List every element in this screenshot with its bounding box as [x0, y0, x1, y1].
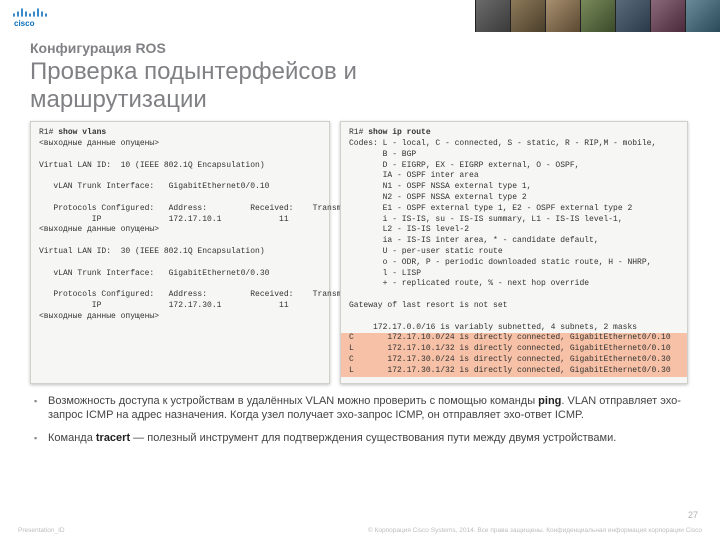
- route-row-c-30: C 172.17.30.0/24 is directly connected, …: [341, 355, 687, 366]
- bullet-tracert: Команда tracert — полезный инструмент дл…: [38, 431, 686, 446]
- slide-title: Проверка подынтерфейсов и маршрутизации: [30, 58, 690, 113]
- topbar: cisco: [0, 0, 720, 32]
- bullets: Возможность доступа к устройствам в удал…: [0, 384, 720, 447]
- bullet-ping: Возможность доступа к устройствам в удал…: [38, 394, 686, 424]
- header-photo-strip: [475, 0, 720, 32]
- route-row-c-10: C 172.17.10.0/24 is directly connected, …: [341, 333, 687, 344]
- footer-left: Presentation_ID: [18, 527, 65, 534]
- svg-text:cisco: cisco: [14, 19, 35, 28]
- terminal-show-ip-route: R1# show ip route Codes: L - local, C - …: [340, 121, 688, 383]
- footer-right: © Корпорация Cisco Systems, 2014. Все пр…: [368, 527, 702, 534]
- route-row-l-10: L 172.17.10.1/32 is directly connected, …: [341, 344, 687, 355]
- terminal-show-vlans: R1# show vlans <выходные данные опущены>…: [30, 121, 330, 383]
- page-number: 27: [688, 510, 698, 520]
- slide-header: Конфигурация ROS Проверка подынтерфейсов…: [0, 32, 720, 121]
- pretitle: Конфигурация ROS: [30, 40, 690, 56]
- cisco-logo-icon: cisco: [10, 4, 62, 28]
- logo-cell: cisco: [0, 0, 80, 32]
- route-row-l-30: L 172.17.30.1/32 is directly connected, …: [341, 366, 687, 377]
